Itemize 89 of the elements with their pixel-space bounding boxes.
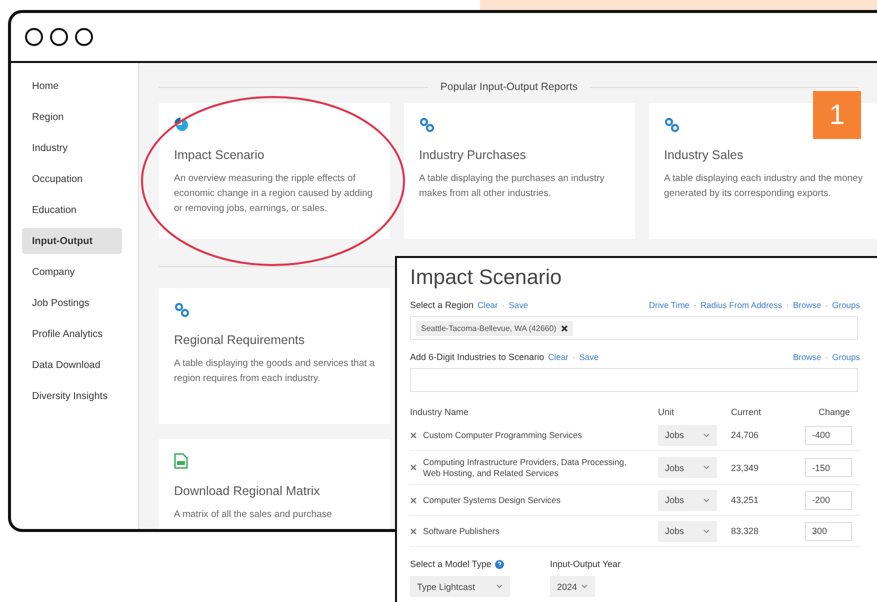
section-title: Popular Input-Output Reports (440, 81, 578, 93)
separator-dot: · (694, 300, 696, 310)
card-description: A matrix of all the sales and purchase (174, 508, 333, 522)
report-card[interactable]: Impact Scenario An overview measuring the ripple effects of economic change in a region caused by adding or removing jobs, earnings, or sales. (159, 103, 390, 239)
action-link[interactable]: Clear (478, 300, 498, 310)
option-link[interactable]: Radius From Address (700, 300, 782, 310)
action-link[interactable]: Save (508, 300, 528, 310)
model-type-select[interactable]: Type Lightcast (410, 576, 510, 597)
field-label: Input-Output Year (550, 559, 621, 569)
caret-icon (581, 584, 588, 589)
report-card[interactable]: Download Regional Matrix A matrix of all the sales and purchase (159, 439, 390, 529)
current-value: 23,349 (731, 462, 760, 472)
sidebar-item[interactable]: Diversity Insights (22, 383, 122, 409)
card-description: A table displaying the purchases an industry makes from all other industries. (419, 172, 606, 201)
separator-dot: · (502, 300, 505, 310)
link-icon (664, 117, 680, 133)
option-link[interactable]: Browse (792, 300, 822, 310)
current-value: 24,706 (731, 430, 760, 440)
industry-name: Computing Infrastructure Providers, Data Processing, Web Hosting, and Related Services (423, 456, 628, 478)
current-value: 43,251 (731, 495, 760, 505)
sidebar-item[interactable]: Input-Output (22, 228, 122, 254)
separator-dot: · (825, 352, 828, 362)
sidebar-item[interactable]: Profile Analytics (22, 321, 122, 347)
pie-chart-icon (174, 117, 190, 133)
card-description: A table displaying each industry and the money generated by its corresponding exports. (664, 172, 864, 201)
caret-icon (703, 528, 710, 534)
remove-icon[interactable] (561, 324, 568, 332)
report-card[interactable]: Industry Purchases A table displaying the purchases an industry makes from all other industries. (404, 103, 635, 239)
window-control-icon[interactable] (50, 28, 68, 46)
sidebar-item[interactable]: Home (22, 73, 122, 99)
window-control-icon[interactable] (25, 28, 43, 46)
change-input[interactable]: -200 (805, 490, 852, 510)
current-value: 83,328 (731, 526, 760, 536)
option-link[interactable]: Groups (832, 300, 860, 310)
industry-name: Computer Systems Design Services (423, 494, 561, 506)
panel-title: Impact Scenario (410, 266, 563, 290)
column-header: Change (818, 407, 850, 417)
separator-dot: · (825, 300, 828, 310)
link-icon (174, 302, 190, 318)
sidebar-item[interactable]: Education (22, 197, 122, 223)
sidebar-item[interactable]: Job Postings (22, 290, 122, 316)
option-link[interactable]: Drive Time (648, 300, 690, 310)
region-field[interactable]: Seattle-Tacoma-Bellevue, WA (42660) (410, 316, 858, 340)
caret-icon (703, 432, 710, 438)
unit-select[interactable]: Jobs (658, 457, 717, 478)
card-title: Industry Sales (664, 148, 744, 162)
year-select[interactable]: 2024 (550, 576, 595, 597)
column-header: Current (731, 407, 762, 417)
report-card[interactable]: Regional Requirements A table displaying the goods and services that a region requires from each industry. (159, 288, 390, 424)
unit-select[interactable]: Jobs (658, 490, 717, 510)
unit-select[interactable]: Jobs (658, 424, 717, 446)
chip-label: Seattle-Tacoma-Bellevue, WA (42660) (421, 324, 556, 332)
separator-dot: · (786, 300, 789, 310)
caret-icon (703, 498, 710, 502)
spreadsheet-file-icon (174, 453, 188, 469)
unit-select[interactable]: Jobs (658, 520, 717, 542)
column-header: Unit (658, 407, 676, 417)
link-icon (419, 117, 435, 133)
sidebar-item[interactable]: Region (22, 104, 122, 130)
change-input[interactable]: -400 (805, 426, 852, 444)
industry-name: Software Publishers (423, 526, 500, 536)
action-link[interactable]: Clear (548, 352, 568, 362)
sidebar-item[interactable]: Industry (22, 135, 122, 161)
option-link[interactable]: Browse (792, 352, 822, 362)
separator-dot: · (572, 352, 576, 362)
window-control-icon[interactable] (75, 28, 93, 46)
industry-name: Custom Computer Programming Services (423, 430, 582, 440)
action-link[interactable]: Save (579, 352, 599, 362)
option-link[interactable]: Groups (832, 352, 860, 362)
field-label: Select a Model Type (410, 559, 492, 569)
card-title: Impact Scenario (174, 148, 266, 162)
field-label: Add 6-Digit Industries to Scenario (410, 352, 544, 362)
step-badge: 1 (813, 91, 861, 139)
caret-icon (496, 584, 503, 589)
column-header: Industry Name (410, 407, 470, 417)
change-input[interactable]: 300 (805, 522, 852, 540)
card-title: Regional Requirements (174, 333, 306, 347)
card-title: Industry Purchases (419, 148, 527, 162)
sidebar-item[interactable]: Data Download (22, 352, 122, 378)
card-title: Download Regional Matrix (174, 484, 321, 498)
caret-icon (703, 465, 710, 470)
help-icon[interactable] (495, 560, 504, 568)
card-description: An overview measuring the ripple effects of economic change in a region caused by adding or removing jobs, earnings, or sales. (174, 172, 374, 216)
sidebar-item[interactable]: Occupation (22, 166, 122, 192)
card-description: A table displaying the goods and services that a region requires from each industry. (174, 357, 376, 386)
industries-field[interactable] (410, 368, 858, 392)
sidebar-item[interactable]: Company (22, 259, 122, 285)
change-input[interactable]: -150 (805, 458, 852, 477)
field-label: Select a Region (410, 300, 474, 310)
